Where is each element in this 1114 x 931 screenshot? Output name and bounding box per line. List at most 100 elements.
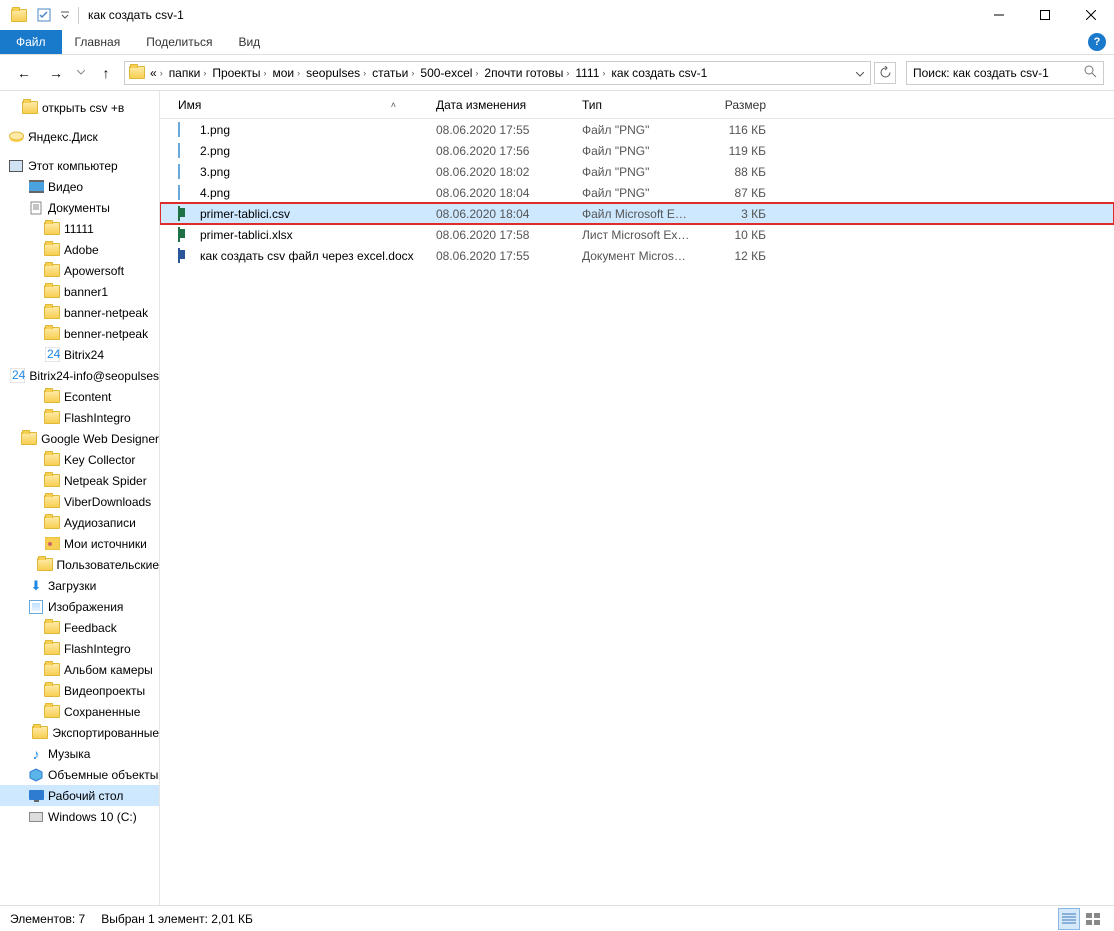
tree-item-label: Экспортированные: [52, 726, 159, 740]
ribbon-tab[interactable]: Главная: [62, 30, 134, 54]
minimize-button[interactable]: [976, 0, 1022, 30]
tree-item[interactable]: banner-netpeak: [0, 302, 159, 323]
tree-item[interactable]: Объемные объекты: [0, 764, 159, 785]
tree-item[interactable]: 24Bitrix24-info@seopulses: [0, 365, 159, 386]
close-button[interactable]: [1068, 0, 1114, 30]
tree-item[interactable]: FlashIntegro: [0, 407, 159, 428]
file-row[interactable]: 4.png08.06.2020 18:04Файл "PNG"87 КБ: [160, 182, 1114, 203]
tree-item[interactable]: Google Web Designer: [0, 428, 159, 449]
file-row[interactable]: как создать csv файл через excel.docx08.…: [160, 245, 1114, 266]
pc-icon: [8, 158, 24, 174]
tree-item[interactable]: Видео: [0, 176, 159, 197]
address-dropdown-icon[interactable]: [856, 66, 868, 80]
breadcrumb-item[interactable]: 2почти готовы›: [481, 62, 572, 84]
tree-item[interactable]: Netpeak Spider: [0, 470, 159, 491]
tree-item-label: Загрузки: [48, 579, 96, 593]
tree-item[interactable]: открыть csv +в: [0, 97, 159, 118]
tree-item[interactable]: Apowersoft: [0, 260, 159, 281]
tree-item[interactable]: Этот компьютер: [0, 155, 159, 176]
up-button[interactable]: ↑: [92, 59, 120, 87]
tree-item[interactable]: Яндекс.Диск: [0, 126, 159, 147]
thumbnails-view-button[interactable]: [1082, 908, 1104, 930]
tree-item[interactable]: 11111: [0, 218, 159, 239]
tree-item[interactable]: Изображения: [0, 596, 159, 617]
column-date[interactable]: Дата изменения: [436, 98, 582, 112]
tree-item[interactable]: FlashIntegro: [0, 638, 159, 659]
tree-item[interactable]: Feedback: [0, 617, 159, 638]
breadcrumb-item[interactable]: как создать csv-1: [608, 62, 710, 84]
column-size[interactable]: Размер: [700, 98, 772, 112]
tree-item-label: Видео: [48, 180, 83, 194]
breadcrumb-item[interactable]: 500-excel›: [417, 62, 481, 84]
breadcrumb-item[interactable]: мои›: [269, 62, 303, 84]
ribbon-tab[interactable]: Вид: [225, 30, 273, 54]
tree-item[interactable]: ViberDownloads: [0, 491, 159, 512]
column-type[interactable]: Тип: [582, 98, 700, 112]
tree-item-label: 11111: [64, 222, 94, 236]
tree-item-label: FlashIntegro: [64, 642, 131, 656]
back-button[interactable]: ←: [10, 59, 38, 87]
details-view-button[interactable]: [1058, 908, 1080, 930]
tree-item[interactable]: banner1: [0, 281, 159, 302]
folder-icon: [44, 620, 60, 636]
breadcrumb-item[interactable]: 1111›: [572, 62, 608, 84]
search-placeholder: Поиск: как создать csv-1: [913, 66, 1049, 80]
forward-button[interactable]: →: [42, 59, 70, 87]
address-bar[interactable]: «› папки›Проекты›мои›seopulses›статьи›50…: [124, 61, 871, 85]
help-button[interactable]: ?: [1088, 33, 1106, 51]
file-row[interactable]: primer-tablici.csv08.06.2020 18:04Файл M…: [160, 203, 1114, 224]
tree-item[interactable]: Видеопроекты: [0, 680, 159, 701]
tree-item[interactable]: Рабочий стол: [0, 785, 159, 806]
tree-item-label: Яндекс.Диск: [28, 130, 98, 144]
navigation-tree[interactable]: открыть csv +в Яндекс.Диск Этот компьютер В…: [0, 91, 160, 905]
maximize-button[interactable]: [1022, 0, 1068, 30]
folder-icon[interactable]: [8, 4, 30, 26]
recent-dropdown-icon[interactable]: [74, 59, 88, 87]
tree-item[interactable]: Econtent: [0, 386, 159, 407]
tree-item[interactable]: Документы: [0, 197, 159, 218]
column-name[interactable]: Имя˄: [178, 98, 436, 112]
tree-item-label: Windows 10 (C:): [48, 810, 137, 824]
refresh-button[interactable]: [874, 62, 896, 84]
tree-item-label: Альбом камеры: [64, 663, 153, 677]
tree-item[interactable]: Пользовательские: [0, 554, 159, 575]
tree-item[interactable]: benner-netpeak: [0, 323, 159, 344]
folder-icon: [44, 326, 60, 342]
quick-access-toolbar: [8, 4, 72, 26]
status-item-count: Элементов: 7: [10, 912, 85, 926]
tree-item[interactable]: Key Collector: [0, 449, 159, 470]
folder-icon: [22, 100, 38, 116]
search-input[interactable]: Поиск: как создать csv-1: [906, 61, 1104, 85]
file-list[interactable]: 1.png08.06.2020 17:55Файл "PNG"116 КБ2.p…: [160, 119, 1114, 905]
tree-item[interactable]: Мои источники: [0, 533, 159, 554]
file-row[interactable]: 1.png08.06.2020 17:55Файл "PNG"116 КБ: [160, 119, 1114, 140]
tree-item[interactable]: 24Bitrix24: [0, 344, 159, 365]
img-icon: [178, 122, 194, 138]
file-row[interactable]: 2.png08.06.2020 17:56Файл "PNG"119 КБ: [160, 140, 1114, 161]
breadcrumb-overflow[interactable]: «›: [147, 62, 166, 84]
file-row[interactable]: 3.png08.06.2020 18:02Файл "PNG"88 КБ: [160, 161, 1114, 182]
file-name: 3.png: [200, 165, 230, 179]
img-icon: [178, 185, 194, 201]
folder-icon: [44, 389, 60, 405]
ribbon-tab[interactable]: Поделиться: [133, 30, 225, 54]
tree-item[interactable]: Альбом камеры: [0, 659, 159, 680]
properties-icon[interactable]: [33, 4, 55, 26]
folder-icon: [44, 683, 60, 699]
breadcrumb-item[interactable]: статьи›: [369, 62, 417, 84]
file-name: primer-tablici.xlsx: [200, 228, 293, 242]
search-icon: [1084, 65, 1097, 81]
breadcrumb-item[interactable]: папки›: [166, 62, 210, 84]
file-row[interactable]: primer-tablici.xlsx08.06.2020 17:58Лист …: [160, 224, 1114, 245]
tree-item[interactable]: ⬇Загрузки: [0, 575, 159, 596]
file-tab[interactable]: Файл: [0, 30, 62, 54]
breadcrumb-item[interactable]: Проекты›: [209, 62, 269, 84]
tree-item[interactable]: Аудиозаписи: [0, 512, 159, 533]
tree-item[interactable]: Adobe: [0, 239, 159, 260]
tree-item[interactable]: Экспортированные: [0, 722, 159, 743]
tree-item[interactable]: Сохраненные: [0, 701, 159, 722]
tree-item[interactable]: Windows 10 (C:): [0, 806, 159, 827]
tree-item[interactable]: ♪Музыка: [0, 743, 159, 764]
qat-dropdown-icon[interactable]: [58, 4, 72, 26]
breadcrumb-item[interactable]: seopulses›: [303, 62, 369, 84]
